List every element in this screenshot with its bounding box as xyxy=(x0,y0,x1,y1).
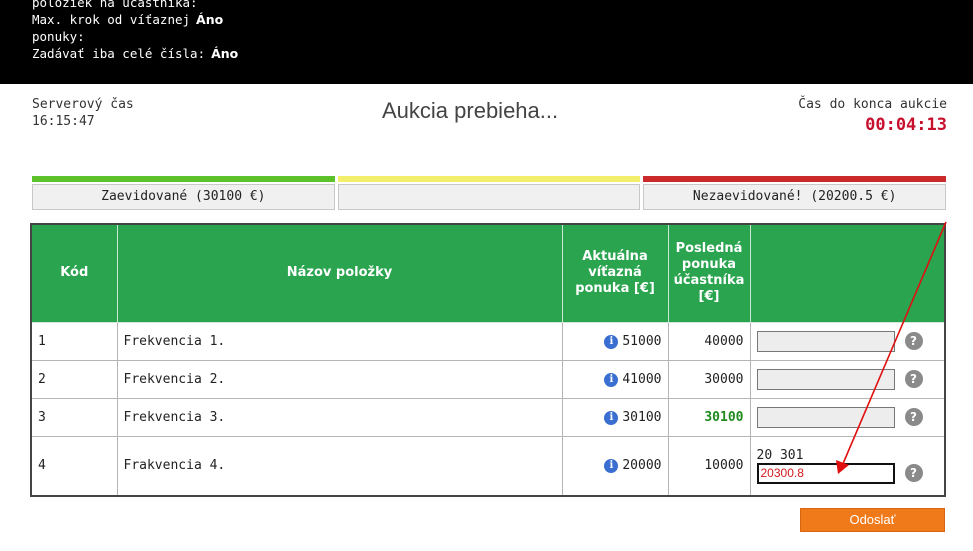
col-header-new-bid xyxy=(749,223,946,323)
info-icon[interactable]: i xyxy=(604,459,619,474)
cell-code: 1 xyxy=(30,321,118,361)
settings-line: ponuky: xyxy=(32,28,238,45)
last-bid-value: 40000 xyxy=(704,333,744,349)
last-bid-value: 10000 xyxy=(704,458,744,474)
help-icon[interactable]: ? xyxy=(904,464,923,483)
status-bar xyxy=(337,176,641,210)
bid-input[interactable] xyxy=(756,406,895,428)
current-bid-value: 51000 xyxy=(622,333,662,349)
cell-new-bid: ? xyxy=(749,321,946,361)
settings-value: Áno xyxy=(211,46,239,61)
bid-input[interactable] xyxy=(756,368,895,390)
bid-hint: 20 301 xyxy=(756,447,804,463)
status-label xyxy=(337,184,641,210)
col-header-last-bid: Posledná ponuka účastníka [€] xyxy=(667,223,751,323)
current-bid-value: 20000 xyxy=(622,458,662,474)
bid-input-wrap: ? xyxy=(756,462,939,484)
last-bid-value: 30100 xyxy=(704,409,744,425)
table-row: 4Frakvencia 4.i200001000020 301? xyxy=(30,435,946,497)
info-icon[interactable]: i xyxy=(604,410,619,425)
bid-input-wrap: ? xyxy=(756,368,939,390)
info-icon[interactable]: i xyxy=(604,334,619,349)
bid-input-wrap: ? xyxy=(756,406,939,428)
info-icon[interactable]: i xyxy=(604,372,619,387)
status-bar: Zaevidované (30100 €) xyxy=(32,176,335,210)
table-row: 1 Frekvencia 1. i 51000 40000? xyxy=(30,321,946,361)
status-label: Nezaevidované! (20200.5 €) xyxy=(643,184,947,210)
cell-last-bid: 30100 xyxy=(667,397,751,437)
last-bid-value: 30000 xyxy=(704,371,744,387)
status-stripe xyxy=(32,176,335,182)
cell-item-name: Frekvencia 1. xyxy=(116,321,563,361)
status-bar: Nezaevidované! (20200.5 €) xyxy=(643,176,947,210)
auction-countdown: Čas do konca aukcie 00:04:13 xyxy=(798,96,947,134)
help-icon[interactable]: ? xyxy=(904,370,923,388)
cell-item-name: Frekvencia 2. xyxy=(116,359,563,399)
settings-line: Zadávať iba celé čísla: Áno xyxy=(32,45,238,62)
cell-current-bid: i 51000 xyxy=(561,321,669,361)
settings-label: Max. krok od víťaznej xyxy=(32,12,191,27)
server-time: Serverový čas 16:15:47 xyxy=(32,96,134,130)
help-icon[interactable]: ? xyxy=(904,408,923,426)
col-header-code: Kód xyxy=(30,223,118,323)
bid-input[interactable] xyxy=(756,462,895,484)
table-row: 3 Frekvencia 3. i 30100 30100? xyxy=(30,397,946,437)
cell-new-bid: ? xyxy=(749,359,946,399)
settings-line: Max. krok od víťaznej Áno xyxy=(32,11,238,28)
cell-item-name: Frekvencia 3. xyxy=(116,397,563,437)
cell-last-bid: 10000 xyxy=(667,435,751,497)
table-row: 2 Frekvencia 2. i 41000 30000? xyxy=(30,359,946,399)
bid-input[interactable] xyxy=(756,330,895,352)
cell-new-bid: ? xyxy=(749,397,946,437)
settings-label: Zadávať iba celé čísla: xyxy=(32,46,206,61)
settings-value: Áno xyxy=(196,12,224,27)
current-bid-value: 41000 xyxy=(622,371,662,387)
bids-table: Kód Názov položky Aktuálna víťazná ponuk… xyxy=(30,223,946,497)
auction-status-title: Aukcia prebieha... xyxy=(382,98,559,123)
server-time-value: 16:15:47 xyxy=(32,114,95,129)
cell-current-bid: i 20000 xyxy=(561,435,669,497)
current-bid-value: 30100 xyxy=(622,409,662,425)
cell-new-bid: 20 301? xyxy=(749,435,946,497)
countdown-label: Čas do konca aukcie xyxy=(798,97,947,112)
status-stripe xyxy=(643,176,947,182)
col-header-current-winning-bid: Aktuálna víťazná ponuka [€] xyxy=(561,223,669,323)
table-header-row: Kód Názov položky Aktuálna víťazná ponuk… xyxy=(30,223,946,323)
cell-code: 4 xyxy=(30,435,118,497)
server-time-label: Serverový čas xyxy=(32,97,134,112)
cell-item-name: Frakvencia 4. xyxy=(116,435,563,497)
status-stripe xyxy=(337,176,641,182)
auction-settings-bar: položiek na účastníka: Max. krok od víťaz… xyxy=(0,0,973,84)
settings-line: položiek na účastníka: xyxy=(32,0,238,11)
cell-code: 2 xyxy=(30,359,118,399)
cell-last-bid: 40000 xyxy=(667,321,751,361)
cell-last-bid: 30000 xyxy=(667,359,751,399)
cell-current-bid: i 30100 xyxy=(561,397,669,437)
submit-button[interactable]: Odoslať xyxy=(800,508,945,532)
help-icon[interactable]: ? xyxy=(904,332,923,350)
cell-code: 3 xyxy=(30,397,118,437)
bid-input-wrap: ? xyxy=(756,330,939,352)
cell-current-bid: i 41000 xyxy=(561,359,669,399)
countdown-value: 00:04:13 xyxy=(865,115,947,135)
settings-label: položiek na účastníka: xyxy=(32,0,198,10)
col-header-item-name: Názov položky xyxy=(116,223,563,323)
settings-label: ponuky: xyxy=(32,29,85,44)
status-label: Zaevidované (30100 €) xyxy=(32,184,335,210)
bid-status-bars: Zaevidované (30100 €) Nezaevidované! (202… xyxy=(32,176,947,210)
